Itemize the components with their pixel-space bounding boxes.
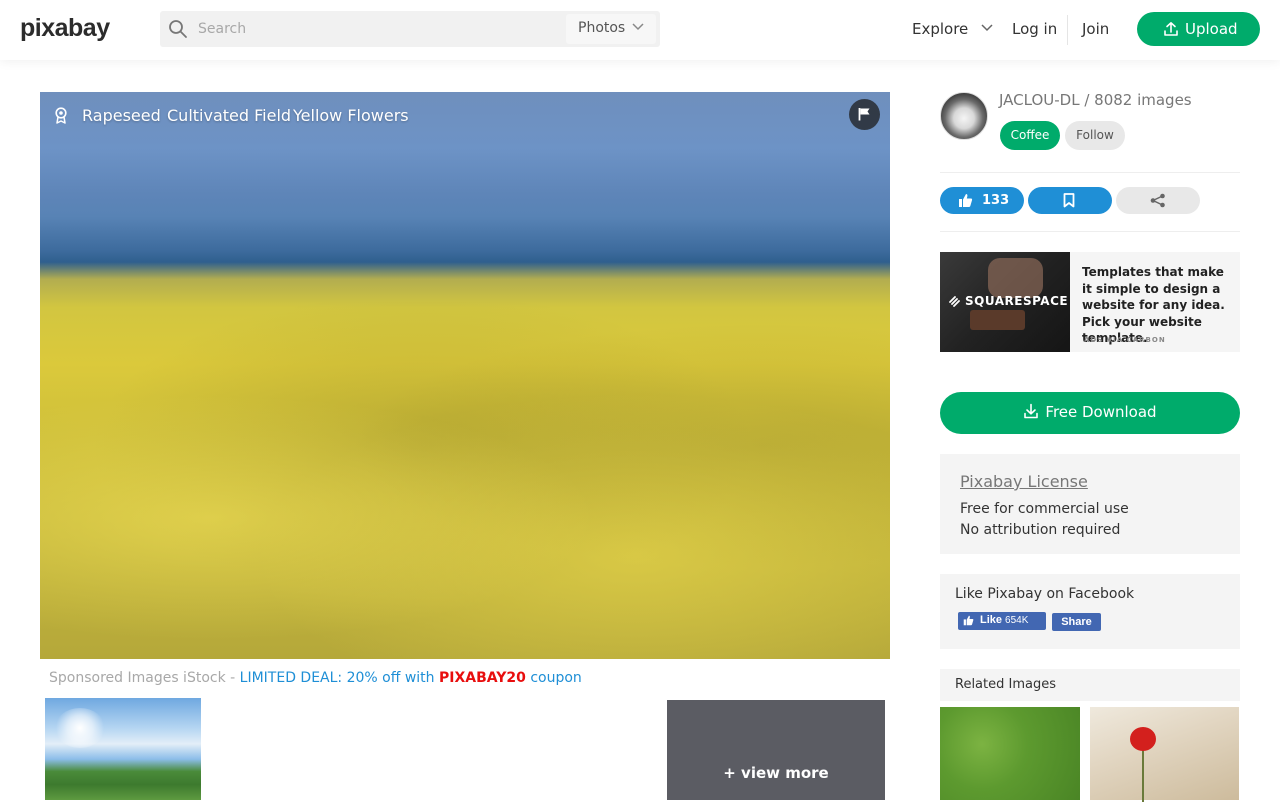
facebook-title: Like Pixabay on Facebook [955,586,1135,602]
search-input[interactable] [198,11,558,47]
squarespace-icon [949,296,960,307]
share-button[interactable] [1116,187,1200,214]
share-icon [1150,193,1165,208]
license-line: Free for commercial use [960,501,1129,517]
chevron-down-icon [632,23,644,31]
search-bar: Photos [160,11,660,47]
tag-cultivated-field[interactable]: Cultivated Field [167,106,291,125]
ad-text[interactable]: Templates that make it simple to design … [1082,264,1232,347]
license-box: Pixabay License Free for commercial use … [940,454,1240,554]
login-link[interactable]: Log in [1012,20,1057,38]
tag-yellow-flowers[interactable]: Yellow Flowers [293,106,409,125]
thumbs-up-icon [959,194,973,207]
like-button[interactable]: 133 [940,187,1024,214]
poppy-stem [1142,747,1144,802]
ad-image: SQUARESPACE [940,252,1070,352]
deal-link[interactable]: LIMITED DEAL: 20% off with [240,670,439,686]
explore-menu[interactable]: Explore [912,20,993,38]
search-icon[interactable] [168,19,188,39]
top-header: pixabay Photos Explore Log in Join Uploa… [0,0,1280,60]
facebook-like-count: 654K [1005,615,1029,626]
like-count: 133 [982,193,1010,208]
follow-button[interactable]: Follow [1065,121,1125,150]
license-line: No attribution required [960,522,1121,538]
coupon-code[interactable]: PIXABAY20 [439,670,526,686]
ad-hand-shape [988,258,1043,298]
sponsored-line: Sponsored Images iStock - LIMITED DEAL: … [49,670,582,686]
media-type-label: Photos [578,20,626,36]
sun-glow [55,708,105,748]
media-type-select[interactable]: Photos [566,14,656,44]
view-more-button[interactable]: + view more [667,700,885,800]
photo-flower-field [40,302,890,659]
carbon-ad[interactable]: SQUARESPACE Templates that make it simpl… [940,252,1240,352]
upload-label: Upload [1185,20,1238,38]
main-photo[interactable]: Rapeseed Cultivated Field Yellow Flowers [40,92,890,659]
explore-label: Explore [912,20,969,38]
sponsored-thumbnail[interactable] [45,698,201,800]
upload-icon [1164,22,1178,36]
upload-button[interactable]: Upload [1137,12,1260,46]
related-image-poppy[interactable] [1090,707,1239,802]
download-label: Free Download [1045,403,1157,421]
author-info[interactable]: JACLOU-DL / 8082 images [999,91,1192,109]
report-button[interactable] [849,99,880,130]
squarespace-logo: SQUARESPACE [948,294,1068,308]
tag-rapeseed[interactable]: Rapeseed [82,106,161,125]
save-button[interactable] [1028,187,1112,214]
bookmark-icon [1063,193,1075,208]
join-link[interactable]: Join [1082,20,1109,38]
flag-icon [858,108,870,121]
pixabay-logo[interactable]: pixabay [20,14,110,43]
sponsored-prefix: Sponsored Images iStock - [49,670,240,686]
award-icon [55,107,67,124]
facebook-like-label: Like [980,614,1003,626]
author-avatar[interactable] [940,92,988,140]
facebook-share-button[interactable]: Share [1052,613,1101,631]
facebook-thumbs-up-icon [963,615,974,626]
poppy-flower [1130,727,1156,751]
ad-case-shape [970,310,1025,330]
ads-via-carbon[interactable]: ADS VIA CARBON [1084,336,1166,344]
related-image-grass[interactable] [940,707,1080,800]
nav-divider [1067,15,1068,45]
license-link[interactable]: Pixabay License [960,472,1220,491]
coupon-suffix[interactable]: coupon [526,670,581,686]
divider [940,172,1240,173]
coffee-button[interactable]: Coffee [1000,121,1060,150]
ad-brand: SQUARESPACE [965,294,1069,308]
related-images-heading: Related Images [940,669,1240,701]
free-download-button[interactable]: Free Download [940,392,1240,434]
download-icon [1024,403,1039,419]
divider [940,231,1240,232]
chevron-down-icon [981,24,993,32]
facebook-like-button[interactable]: Like 654K [958,612,1046,630]
facebook-box: Like Pixabay on Facebook Like 654K Share [940,574,1240,649]
